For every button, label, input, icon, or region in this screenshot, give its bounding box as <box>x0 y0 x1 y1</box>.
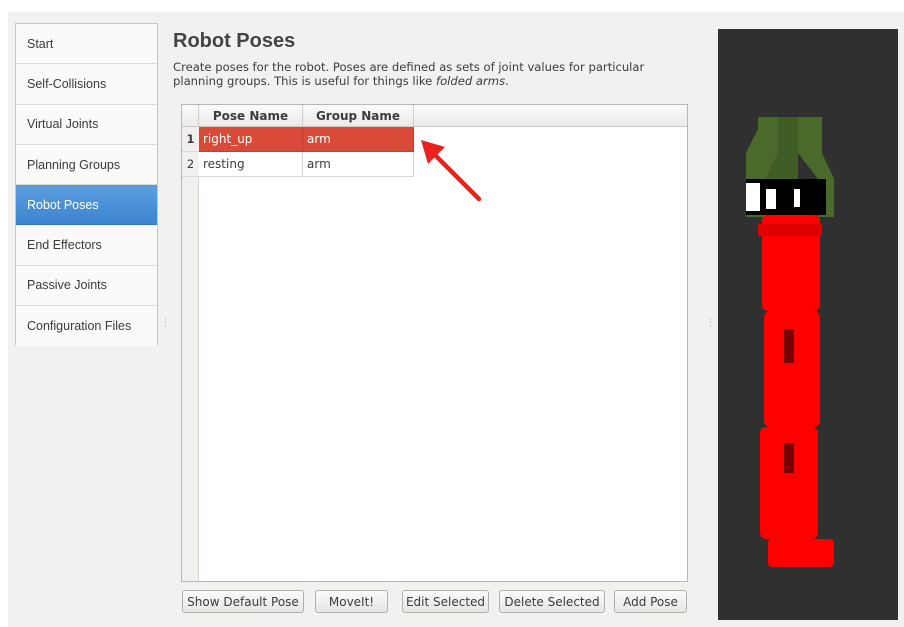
sidebar-item-virtual-joints[interactable]: Virtual Joints <box>16 104 157 145</box>
sidebar-item-label: Virtual Joints <box>27 117 99 132</box>
cell-pose-name[interactable]: resting <box>199 152 303 177</box>
description-end: . <box>505 74 509 88</box>
sidebar-item-end-effectors[interactable]: End Effectors <box>16 225 157 266</box>
description-emphasis: folded arms <box>436 74 506 88</box>
add-pose-button[interactable]: Add Pose <box>614 590 687 613</box>
arm-slot <box>784 329 794 363</box>
moveit-button[interactable]: MoveIt! <box>315 590 388 613</box>
description-text: Create poses for the robot. Poses are de… <box>173 60 645 88</box>
arm-link-middle <box>764 311 820 427</box>
arm-joint <box>758 224 822 236</box>
red-arrow-icon <box>421 140 482 202</box>
cell-group-name[interactable]: arm <box>303 127 414 152</box>
table-header: Pose Name Group Name <box>182 105 687 127</box>
sidebar-item-self-collisions[interactable]: Self-Collisions <box>16 64 157 105</box>
delete-selected-button[interactable]: Delete Selected <box>499 590 605 613</box>
sidebar-item-passive-joints[interactable]: Passive Joints <box>16 265 157 307</box>
wrist-highlight-right <box>794 189 800 207</box>
table-row[interactable]: 1 right_up arm <box>182 127 414 152</box>
show-default-pose-button[interactable]: Show Default Pose <box>182 590 304 613</box>
sidebar-item-label: Self-Collisions <box>27 76 107 91</box>
splitter-grip-icon[interactable]: ⋮ <box>706 318 715 328</box>
sidebar-item-label: Passive Joints <box>27 278 107 293</box>
page-description: Create poses for the robot. Poses are de… <box>173 60 693 88</box>
cell-pose-name[interactable]: right_up <box>199 127 303 152</box>
sidebar-item-robot-poses[interactable]: Robot Poses <box>16 185 157 226</box>
sidebar-item-label: Robot Poses <box>27 197 99 212</box>
row-header-gutter <box>182 127 199 581</box>
column-header-pose-name[interactable]: Pose Name <box>199 105 303 127</box>
sidebar-nav: Start Self-Collisions Virtual Joints Pla… <box>15 23 158 347</box>
cell-group-name[interactable]: arm <box>303 152 414 177</box>
splitter-grip-icon[interactable]: ⋮ <box>161 318 170 328</box>
sidebar-item-start[interactable]: Start <box>16 24 157 65</box>
sidebar-item-label: End Effectors <box>27 238 102 253</box>
row-number[interactable]: 1 <box>182 127 199 152</box>
edit-selected-button[interactable]: Edit Selected <box>402 590 489 613</box>
sidebar-item-configuration-files[interactable]: Configuration Files <box>16 306 157 347</box>
table-row[interactable]: 2 resting arm <box>182 152 414 177</box>
sidebar-item-label: Configuration Files <box>27 319 132 334</box>
corner-header[interactable] <box>182 105 199 127</box>
wrist-highlight-left <box>746 183 760 211</box>
robot-model <box>746 117 834 567</box>
wrist-highlight-mid <box>766 189 776 209</box>
sidebar-item-label: Start <box>27 36 54 51</box>
arm-base <box>768 539 834 567</box>
column-header-group-name[interactable]: Group Name <box>303 105 414 127</box>
sidebar-item-planning-groups[interactable]: Planning Groups <box>16 144 157 186</box>
sidebar-item-label: Planning Groups <box>27 157 121 172</box>
arm-slot <box>784 443 794 473</box>
page-title: Robot Poses <box>173 30 296 52</box>
robot-3d-viewer[interactable] <box>718 29 898 620</box>
row-number[interactable]: 2 <box>182 152 199 177</box>
